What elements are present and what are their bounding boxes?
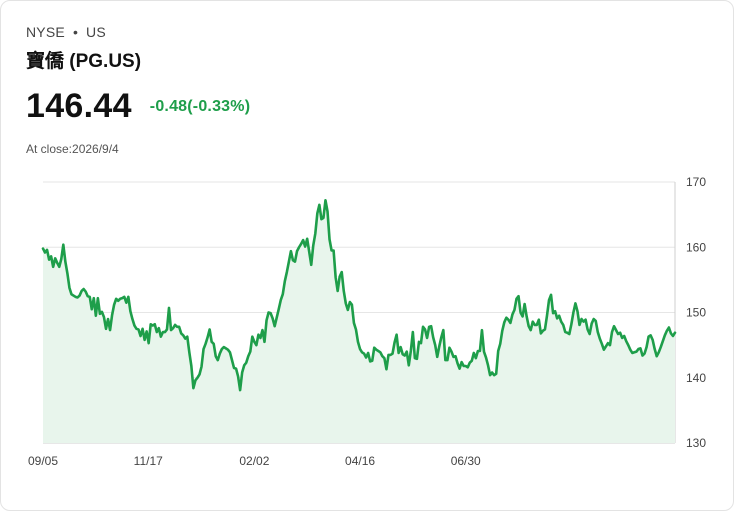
x-tick-label: 09/05 xyxy=(28,454,58,468)
price-chart[interactable]: 170 160 150 140 130 09/05 11/17 02/02 04/16 06/3… xyxy=(0,0,736,513)
x-tick-label: 06/30 xyxy=(451,454,481,468)
y-tick-label: 170 xyxy=(686,175,706,189)
y-tick-label: 130 xyxy=(686,436,706,450)
y-tick-label: 160 xyxy=(686,240,706,254)
y-axis-ticks: 170 160 150 140 130 xyxy=(686,175,706,450)
y-tick-label: 140 xyxy=(686,371,706,385)
y-tick-label: 150 xyxy=(686,306,706,320)
x-tick-label: 11/17 xyxy=(134,454,163,468)
x-tick-label: 02/02 xyxy=(239,454,269,468)
x-tick-label: 04/16 xyxy=(345,454,375,468)
x-axis-ticks: 09/05 11/17 02/02 04/16 06/30 xyxy=(28,454,481,468)
